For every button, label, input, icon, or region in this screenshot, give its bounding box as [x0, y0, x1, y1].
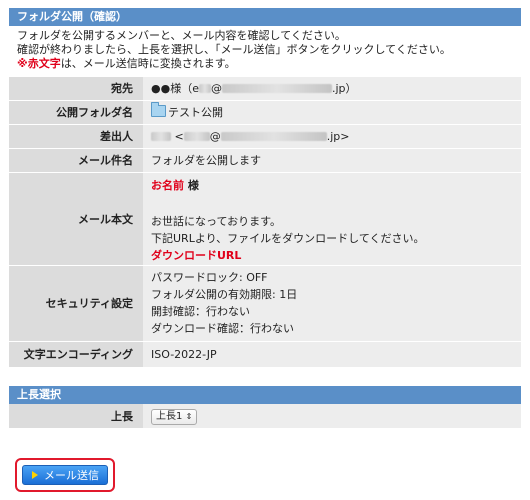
security-label: セキュリティ設定: [9, 265, 143, 342]
recipient-value: ●●様（e @ .jp）: [143, 77, 521, 101]
redacted-text: [220, 132, 327, 141]
honorific: 様: [184, 178, 199, 192]
row-sender: 差出人 < @ .jp>: [9, 124, 521, 149]
redacted-text: [198, 84, 211, 94]
subject-label: メール件名: [9, 148, 143, 173]
confirm-table: 宛先 ●●様（e @ .jp） 公開フォルダ名 テスト公開 差出人 < @ .jp> メ…: [9, 77, 521, 368]
open-confirm: 開封確認：行わない: [151, 305, 250, 318]
send-mail-label: メール送信: [44, 469, 99, 482]
red-text-keyword: 赤文字: [27, 57, 61, 70]
row-security: セキュリティ設定 パスワードロック: OFF フォルダ公開の有効期限: 1日 開…: [9, 265, 521, 342]
folder-publish-confirm: フォルダ公開（確認） フォルダを公開するメンバーと、メール内容を確認してください…: [9, 8, 521, 429]
intro-line-1: フォルダを公開するメンバーと、メール内容を確認してください。: [17, 29, 346, 42]
body-greeting: お名前 様: [151, 177, 513, 194]
approver-label: 上長: [9, 403, 143, 429]
row-subject: メール件名 フォルダを公開します: [9, 148, 521, 173]
password-lock: パスワードロック: OFF: [151, 271, 268, 284]
approver-select[interactable]: 上長1 ⇕: [151, 408, 198, 425]
note-suffix: は、メール送信時に変換されます。: [60, 57, 236, 70]
approver-table: 上長 上長1 ⇕: [9, 403, 521, 429]
note-mark: ※: [17, 57, 28, 70]
recipient-at: @: [210, 81, 222, 95]
row-recipient: 宛先 ●●様（e @ .jp）: [9, 77, 521, 101]
body-label: メール本文: [9, 172, 143, 266]
download-confirm: ダウンロード確認：行わない: [151, 322, 294, 335]
approver-selected-value: 上長1: [156, 410, 183, 422]
row-encoding: 文字エンコーディング ISO-2022-JP: [9, 341, 521, 368]
send-button-highlight: メール送信: [15, 458, 115, 492]
recipient-suffix: .jp）: [331, 81, 357, 95]
sender-at: @: [209, 129, 221, 143]
body-line-1: お世話になっております。: [151, 214, 282, 228]
encoding-value: ISO-2022-JP: [143, 341, 521, 368]
name-placeholder: お名前: [151, 178, 184, 192]
redacted-text: [221, 84, 332, 94]
redacted-text: [183, 132, 210, 141]
sender-prefix: <: [174, 129, 184, 143]
send-mail-button[interactable]: メール送信: [22, 465, 108, 485]
encoding-label: 文字エンコーディング: [9, 341, 143, 368]
row-approver: 上長 上長1 ⇕: [9, 403, 521, 429]
section-header: フォルダ公開（確認）: [9, 8, 521, 26]
recipient-prefix: ●●様（e: [151, 81, 199, 95]
folder-label: 公開フォルダ名: [9, 100, 143, 125]
expiry: フォルダ公開の有効期限: 1日: [151, 288, 298, 301]
folder-icon: [151, 101, 166, 117]
body-line-2: 下記URLより、ファイルをダウンロードしてください。: [151, 231, 425, 245]
recipient-label: 宛先: [9, 77, 143, 101]
approver-section-header: 上長選択: [9, 385, 521, 404]
play-arrow-icon: [32, 471, 38, 479]
approver-value: 上長1 ⇕: [143, 403, 521, 429]
download-url-placeholder: ダウンロードURL: [151, 248, 242, 262]
sender-suffix: .jp>: [326, 129, 350, 143]
redacted-text: [151, 132, 171, 141]
select-arrows-icon: ⇕: [185, 411, 193, 421]
subject-value: フォルダを公開します: [143, 148, 521, 173]
row-folder: 公開フォルダ名 テスト公開: [9, 100, 521, 125]
folder-name: テスト公開: [168, 105, 223, 119]
intro-line-3: ※赤文字は、メール送信時に変換されます。: [17, 57, 515, 71]
body-value: お名前 様 お世話になっております。 下記URLより、ファイルをダウンロードして…: [143, 172, 521, 266]
sender-value: < @ .jp>: [143, 124, 521, 149]
security-value: パスワードロック: OFF フォルダ公開の有効期限: 1日 開封確認：行わない …: [143, 265, 521, 342]
intro-text: フォルダを公開するメンバーと、メール内容を確認してください。 確認が終わりました…: [9, 26, 521, 77]
folder-value: テスト公開: [143, 100, 521, 125]
sender-label: 差出人: [9, 124, 143, 149]
intro-line-2: 確認が終わりましたら、上長を選択し、「メール送信」ボタンをクリックしてください。: [17, 43, 451, 56]
row-body: メール本文 お名前 様 お世話になっております。 下記URLより、ファイルをダウ…: [9, 172, 521, 266]
